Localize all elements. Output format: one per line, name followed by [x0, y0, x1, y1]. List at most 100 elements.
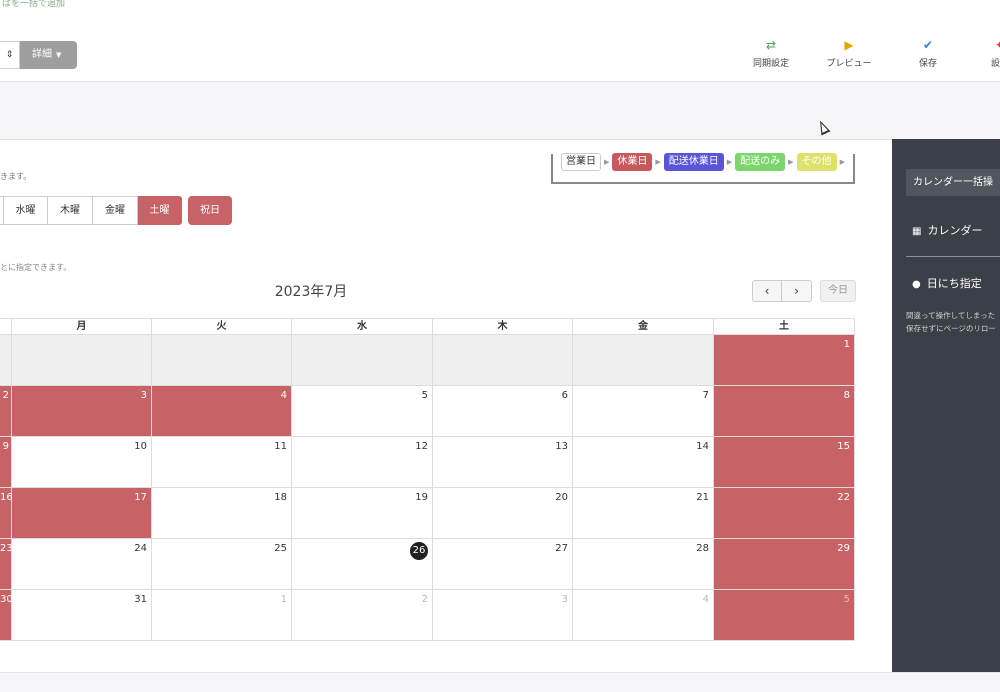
day-number: 25 — [274, 543, 287, 554]
right-sidebar: カレンダー一括操 ▦ カレンダー ● 日にち指定 間違って操作してしまった 保存せず… — [892, 139, 1000, 672]
day-number: 14 — [696, 441, 709, 452]
sidebar-item-calendar[interactable]: ▦ カレンダー — [912, 222, 982, 238]
sidebar-note: 間違って操作してしまった 保存せずにページのリロー — [906, 309, 996, 335]
calendar-day-cell[interactable]: 14 — [573, 437, 714, 488]
calendar-day-cell[interactable]: 9 — [0, 437, 12, 488]
sidebar-item-label: 日にち指定 — [926, 277, 982, 290]
legend-other[interactable]: その他 — [796, 153, 837, 171]
arrow-right-icon: ▶ — [839, 158, 845, 166]
calendar-day-cell[interactable] — [12, 335, 152, 386]
calendar-day-cell[interactable]: 3 — [433, 590, 573, 641]
day-number: 8 — [843, 390, 850, 401]
today-marker: 26 — [410, 542, 428, 560]
legend-business-day[interactable]: 営業日 — [561, 153, 601, 171]
toolbar-button-2[interactable]: ✔ 保存 — [898, 38, 958, 69]
check-icon: ✔ — [922, 38, 934, 52]
next-month-button[interactable]: › — [782, 280, 812, 302]
calendar-day-cell[interactable]: 26 — [292, 539, 433, 590]
sidebar-item-date[interactable]: ● 日にち指定 — [912, 275, 982, 291]
day-number: 13 — [555, 441, 568, 452]
holiday-button[interactable]: 祝日 — [188, 196, 232, 225]
day-number: 4 — [280, 390, 287, 401]
today-button[interactable]: 今日 — [820, 280, 856, 302]
day-number: 5 — [843, 594, 850, 605]
day-number: 3 — [140, 390, 147, 401]
calendar-day-cell[interactable] — [433, 335, 573, 386]
calendar-day-cell[interactable]: 27 — [433, 539, 573, 590]
calendar-day-cell[interactable]: 13 — [433, 437, 573, 488]
day-number: 1 — [843, 339, 850, 350]
calendar-day-cell[interactable]: 20 — [433, 488, 573, 539]
prev-month-button[interactable]: ‹ — [752, 280, 782, 302]
calendar-day-cell[interactable] — [0, 335, 12, 386]
day-number: 19 — [415, 492, 428, 503]
calendar-day-cell[interactable]: 8 — [714, 386, 855, 437]
toolbar-button-1[interactable]: ▶ プレビュー — [819, 38, 879, 69]
toolbar-label: 設定 — [990, 59, 1000, 69]
calendar-day-cell[interactable]: 28 — [573, 539, 714, 590]
weekday-button-thu[interactable]: 木曜 — [48, 196, 93, 225]
calendar-day-cell[interactable]: 21 — [573, 488, 714, 539]
legend-closed-day[interactable]: 休業日 — [612, 153, 653, 171]
calendar-day-cell[interactable]: 17 — [12, 488, 152, 539]
sidebar-title: カレンダー一括操 — [906, 169, 1000, 196]
calendar-day-cell[interactable]: 18 — [152, 488, 292, 539]
calendar-day-cell[interactable] — [573, 335, 714, 386]
toolbar-label: プレビュー — [826, 59, 872, 69]
day-number: 18 — [274, 492, 287, 503]
calendar-day-cell[interactable]: 29 — [714, 539, 855, 590]
day-number: 22 — [837, 492, 850, 503]
calendar-day-cell[interactable]: 30 — [0, 590, 13, 641]
calendar-day-cell[interactable]: 6 — [433, 386, 573, 437]
calendar-day-cell[interactable]: 1 — [152, 590, 292, 641]
calendar-day-cell[interactable]: 4 — [152, 386, 292, 437]
calendar-day-cell[interactable] — [152, 335, 292, 386]
pin-icon: ● — [912, 279, 921, 290]
arrow-right-icon: ▶ — [788, 158, 794, 166]
day-number: 28 — [696, 543, 709, 554]
calendar-day-cell[interactable]: 7 — [573, 386, 714, 437]
day-number: 24 — [134, 543, 147, 554]
legend-no-delivery-day[interactable]: 配送休業日 — [663, 153, 724, 171]
weekday-header: 火 — [152, 318, 292, 335]
calendar-day-cell[interactable]: 4 — [573, 590, 714, 641]
weekday-button-wed[interactable]: 水曜 — [4, 196, 48, 225]
calendar-day-cell[interactable]: 5 — [714, 590, 855, 641]
calendar-day-cell[interactable]: 5 — [292, 386, 433, 437]
calendar-day-cell[interactable]: 10 — [12, 437, 152, 488]
legend-delivery-only[interactable]: 配送のみ — [735, 153, 786, 171]
calendar-day-cell[interactable]: 22 — [714, 488, 855, 539]
weekday-button-fri[interactable]: 金曜 — [93, 196, 138, 225]
calendar-day-cell[interactable]: 16 — [0, 488, 13, 539]
calendar-day-cell[interactable] — [292, 335, 433, 386]
calendar-day-cell[interactable]: 24 — [12, 539, 152, 590]
toolbar-button-0[interactable]: ⇄ 同期設定 — [741, 38, 801, 69]
calendar-day-cell[interactable]: 2 — [0, 386, 12, 437]
detail-dropdown-button[interactable]: 詳細 ▼ — [20, 41, 77, 69]
sidebar-note-line: 保存せずにページのリロー — [906, 324, 996, 333]
weekday-header: 金 — [573, 318, 714, 335]
calendar-day-cell[interactable]: 25 — [152, 539, 292, 590]
calendar-day-cell[interactable]: 19 — [292, 488, 433, 539]
header-band — [0, 82, 892, 139]
select-toggle[interactable]: ⇕ — [0, 41, 20, 69]
day-number: 7 — [702, 390, 709, 401]
calendar-day-cell[interactable]: 3 — [12, 386, 152, 437]
calendar-day-cell[interactable]: 23 — [0, 539, 13, 590]
sync-icon: ⇄ — [765, 38, 777, 52]
calendar-day-cell[interactable]: 1 — [714, 335, 855, 386]
day-number: 31 — [134, 594, 147, 605]
day-number: 3 — [561, 594, 568, 605]
calendar-day-cell[interactable]: 12 — [292, 437, 433, 488]
calendar-day-cell[interactable]: 15 — [714, 437, 855, 488]
calendar-day-cell[interactable]: 2 — [292, 590, 433, 641]
month-nav: ‹ › — [752, 280, 812, 302]
sidebar-item-label: カレンダー — [927, 224, 983, 237]
toolbar-button-3[interactable]: ✦ 設定 — [970, 38, 1000, 69]
weekday-button-sat[interactable]: 土曜 — [138, 196, 182, 225]
calendar-day-cell[interactable]: 11 — [152, 437, 292, 488]
day-number: 5 — [421, 390, 428, 401]
calendar-day-cell[interactable]: 31 — [12, 590, 152, 641]
day-number: 2 — [2, 390, 9, 401]
date-hint: とに指定できます。 — [0, 263, 72, 272]
